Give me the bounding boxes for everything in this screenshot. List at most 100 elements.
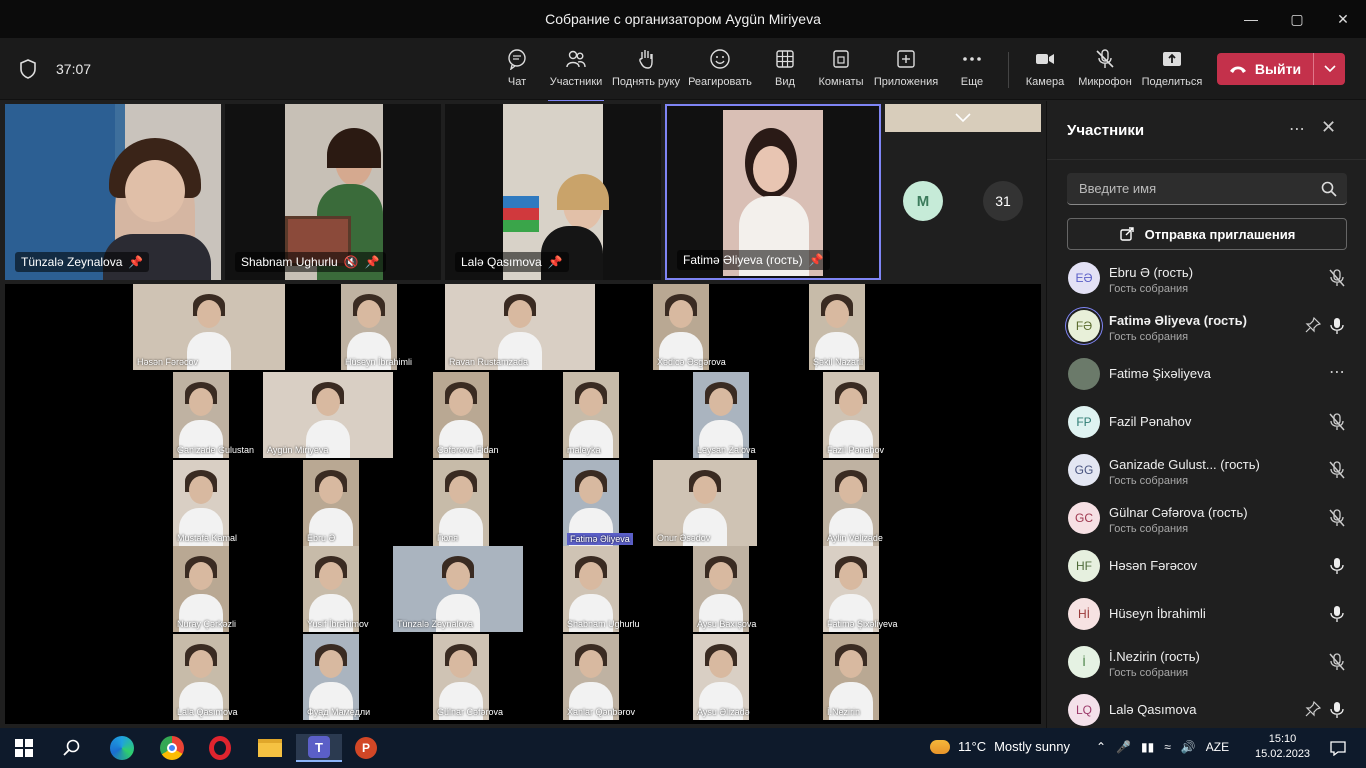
edge-app[interactable] (102, 734, 142, 762)
system-clock[interactable]: 15:10 15.02.2023 (1255, 732, 1310, 762)
participant-row[interactable]: LQ Lalə Qasımova (1047, 686, 1366, 734)
gallery-name-label: Gülnar Cəfərova (437, 707, 504, 717)
more-label: Еще (960, 76, 984, 88)
windows-taskbar: T P 11°C Mostly sunny ⌃ 🎤 ▮▮ ≈ 🔊 AZE 15:… (0, 728, 1366, 768)
participant-row[interactable]: HF Həsən Fərəcov (1047, 542, 1366, 590)
participant-name: Fatimə Şixəliyeva (1109, 366, 1211, 381)
gallery-name-label: Cəfərova Fidan (437, 445, 499, 455)
minimize-button[interactable]: — (1228, 0, 1274, 38)
battery-icon[interactable]: ▮▮ (1141, 740, 1154, 754)
panel-close-icon[interactable]: ✕ (1321, 117, 1336, 138)
raise-hand-button[interactable]: Поднять руку (612, 48, 680, 96)
more-button[interactable]: Еще (958, 48, 986, 96)
video-tile[interactable]: Shabnam Ughurlu 🔇 📌 (225, 104, 441, 280)
file-explorer-app[interactable] (250, 734, 290, 762)
system-tray: ⌃ 🎤 ▮▮ ≈ 🔊 AZE (1096, 740, 1229, 754)
more-options-icon[interactable]: ⋯ (1329, 362, 1345, 382)
gallery-name-label: Xədicə Əsgərova (657, 357, 726, 367)
share-button[interactable]: Поделиться (1142, 48, 1202, 96)
microphone-button[interactable]: Микрофон (1076, 48, 1134, 96)
apps-button[interactable]: Приложения (872, 48, 940, 96)
wifi-icon[interactable]: ≈ (1164, 740, 1171, 754)
volume-icon[interactable]: 🔊 (1181, 740, 1196, 754)
participant-row[interactable]: FP Fazil Pənahov (1047, 398, 1366, 446)
participant-row[interactable]: GG Ganizade Gulust... (гость) Гость собран… (1047, 446, 1366, 494)
mic-icon[interactable] (1329, 557, 1345, 575)
chat-button[interactable]: Чат (502, 48, 532, 96)
microphone-tray-icon[interactable]: 🎤 (1116, 740, 1131, 754)
opera-app[interactable] (200, 734, 240, 762)
participant-role: Гость собрания (1109, 331, 1189, 343)
participant-role: Гость собрания (1109, 667, 1189, 679)
search-icon[interactable] (1321, 181, 1337, 197)
more-participants-count[interactable]: 31 (983, 181, 1023, 221)
send-invite-button[interactable]: Отправка приглашения (1067, 218, 1347, 250)
search-input[interactable] (1079, 181, 1309, 196)
maximize-button[interactable]: ▢ (1274, 0, 1320, 38)
participants-panel: Участники ⋯ ✕ Отправка приглашения EƏ Ebr… (1046, 101, 1366, 728)
avatar[interactable]: M (903, 181, 943, 221)
chrome-app[interactable] (152, 734, 192, 762)
toolbar-divider (1008, 52, 1009, 88)
mic-off-icon[interactable] (1329, 509, 1345, 527)
chevron-down-icon[interactable] (955, 113, 971, 123)
leave-label: Выйти (1254, 61, 1302, 77)
mic-off-icon[interactable] (1329, 269, 1345, 287)
close-button[interactable]: ✕ (1320, 0, 1366, 38)
powerpoint-app[interactable]: P (346, 734, 386, 762)
gallery-name-label: Fatimə Şixəliyeva (827, 619, 898, 629)
pin-icon[interactable] (1305, 701, 1321, 717)
participant-row[interactable]: İ İ.Nezirin (гость) Гость собрания (1047, 638, 1366, 686)
teams-app[interactable]: T (296, 734, 342, 762)
gallery-name-label: Nuray Çərkəzli (177, 619, 237, 629)
pin-icon[interactable] (1305, 317, 1321, 333)
search-taskbar-button[interactable] (52, 734, 92, 762)
participant-row[interactable]: FƏ Fatimə Əliyeva (гость) Гость собрания (1047, 302, 1366, 350)
gallery-name-label: Гюля (437, 533, 459, 543)
mic-off-icon[interactable] (1329, 461, 1345, 479)
participants-label: Участники (549, 76, 603, 88)
react-button[interactable]: Реагировать (688, 48, 752, 96)
gallery-name-label: Ganizade Gulustan (177, 445, 255, 455)
video-tile[interactable]: Tünzalə Zeynalova 📌 (5, 104, 221, 280)
participant-row[interactable]: GC Gülnar Cəfərova (гость) Гость собрания (1047, 494, 1366, 542)
panel-more-icon[interactable]: ⋯ (1289, 119, 1305, 139)
participants-button[interactable]: Участники (548, 48, 604, 102)
mic-off-icon[interactable] (1329, 413, 1345, 431)
rooms-button[interactable]: Комнаты (818, 48, 864, 96)
weather-text: Mostly sunny (994, 739, 1070, 754)
mic-icon[interactable] (1329, 317, 1345, 335)
participant-row[interactable]: Fatimə Şixəliyeva ⋯ (1047, 350, 1366, 398)
start-button[interactable] (4, 734, 44, 762)
avatar: EƏ (1068, 262, 1100, 294)
mic-icon[interactable] (1329, 605, 1345, 623)
language-indicator[interactable]: AZE (1206, 740, 1229, 754)
leave-main-button[interactable]: Выйти (1217, 61, 1313, 77)
camera-label: Камера (1025, 76, 1065, 88)
gallery-name-label: Ravan Rustamzada (449, 357, 529, 367)
gallery-name-label: Fatimə Əliyeva (567, 533, 633, 545)
view-button[interactable]: Вид (772, 48, 798, 96)
gallery-name-label: Tünzalə Zeynalova (397, 619, 474, 629)
video-tile-active-speaker[interactable]: Fatimə Əliyeva (гость) 📌 (665, 104, 881, 280)
notifications-button[interactable] (1318, 734, 1358, 762)
mic-off-icon[interactable] (1329, 653, 1345, 671)
meeting-timer: 37:07 (56, 61, 92, 77)
camera-button[interactable]: Камера (1024, 48, 1066, 96)
leave-button[interactable]: Выйти (1217, 53, 1345, 85)
gallery-name-label: maleyka (567, 445, 601, 455)
participant-row[interactable]: Hİ Hüseyn İbrahimli (1047, 590, 1366, 638)
participant-name-tag: Shabnam Ughurlu 🔇 📌 (235, 252, 386, 272)
collapsed-video-strip[interactable] (885, 104, 1041, 132)
leave-dropdown[interactable] (1313, 53, 1345, 85)
shared-gallery-screen: Həsən Fərəcov Hüseyn İbrahimli Ravan Rusta… (5, 284, 1041, 724)
participant-row[interactable]: EƏ Ebru Ə (гость) Гость собрания (1047, 254, 1366, 302)
video-tile[interactable]: Lalə Qasımova 📌 (445, 104, 661, 280)
mic-icon[interactable] (1329, 701, 1345, 719)
weather-widget[interactable]: 11°C Mostly sunny (930, 739, 1070, 754)
avatar: FƏ (1068, 310, 1100, 342)
clock-time: 15:10 (1268, 733, 1297, 745)
phone-hangup-icon (1229, 66, 1246, 73)
participant-search[interactable] (1067, 173, 1347, 205)
chevron-up-icon[interactable]: ⌃ (1096, 740, 1106, 754)
